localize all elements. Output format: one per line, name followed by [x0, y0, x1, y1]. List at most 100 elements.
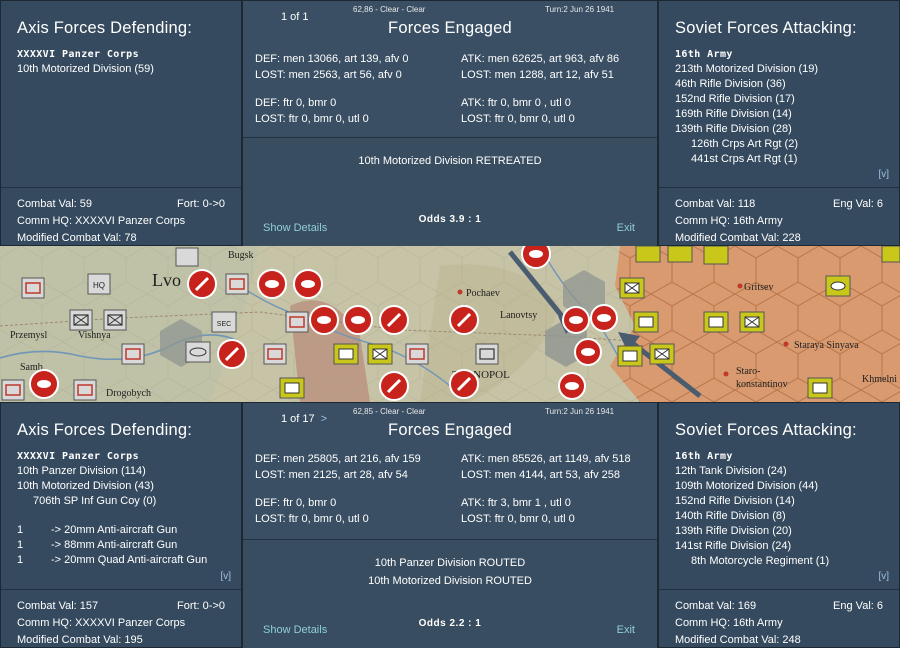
- expand-list-button[interactable]: [v]: [220, 571, 231, 582]
- axis-unit-counter[interactable]: [175, 247, 199, 267]
- result-lines: 10th Motorized Division RETREATED: [243, 152, 657, 170]
- soviet-unit-counter[interactable]: [343, 305, 373, 335]
- soviet-unit-counter[interactable]: [333, 343, 359, 365]
- defender-air: DEF: ftr 0, bmr 0: [255, 97, 337, 109]
- soviet-unit-counter[interactable]: [590, 304, 618, 332]
- defender-ground-losses: DEF: men 13066, art 139, afv 0 LOST: men…: [255, 51, 408, 83]
- axis-unit-counter[interactable]: [103, 309, 127, 331]
- soviet-unit-counter[interactable]: [187, 269, 217, 299]
- axis-unit-counter[interactable]: [69, 309, 93, 331]
- axis-unit-counter[interactable]: [73, 379, 97, 401]
- list-item[interactable]: 141st Rifle Division (24): [675, 539, 891, 554]
- list-item[interactable]: 213th Motorized Division (19): [675, 62, 891, 77]
- axis-unit-counter[interactable]: [185, 341, 211, 363]
- attacker-ground: ATK: men 85526, art 1149, afv 518: [461, 453, 631, 465]
- soviet-unit-counter[interactable]: [619, 277, 645, 299]
- axis-unit-counter[interactable]: [285, 311, 309, 333]
- axis-unit-counter[interactable]: [225, 273, 249, 295]
- soviet-unit-counter[interactable]: [574, 338, 602, 366]
- list-item[interactable]: 46th Rifle Division (36): [675, 77, 891, 92]
- soviet-unit-counter[interactable]: [257, 269, 287, 299]
- unit-list: 16th Army 12th Tank Division (24) 109th …: [675, 449, 891, 569]
- soviet-unit-counter[interactable]: [807, 377, 833, 399]
- equipment-count: 1: [17, 539, 24, 551]
- soviet-unit-counter[interactable]: [367, 343, 393, 365]
- list-item[interactable]: 139th Rifle Division (20): [675, 524, 891, 539]
- axis-unit-counter[interactable]: [121, 343, 145, 365]
- soviet-unit-counter[interactable]: [825, 275, 851, 297]
- equipment-row: 1 -> 88mm Anti-aircraft Gun: [17, 538, 233, 553]
- expand-list-button[interactable]: [v]: [878, 571, 889, 582]
- list-item[interactable]: 12th Tank Division (24): [675, 464, 891, 479]
- exit-link[interactable]: Exit: [617, 222, 635, 234]
- defender-air-losses: DEF: ftr 0, bmr 0 LOST: ftr 0, bmr 0, ut…: [255, 95, 369, 127]
- list-item[interactable]: 152nd Rifle Division (17): [675, 92, 891, 107]
- list-item[interactable]: 441st Crps Art Rgt (1): [675, 152, 891, 167]
- modified-combat-value: Modified Combat Val: 228: [675, 232, 801, 244]
- soviet-unit-counter[interactable]: [558, 372, 586, 400]
- list-item[interactable]: 10th Motorized Division (59): [17, 62, 233, 77]
- hq-name: 16th Army: [675, 49, 733, 60]
- panel-title: Forces Engaged: [388, 19, 512, 37]
- soviet-unit-counter[interactable]: [667, 246, 693, 263]
- defender-air-lost: LOST: ftr 0, bmr 0, utl 0: [255, 113, 369, 125]
- map-canvas[interactable]: Lvo Bugsk Przemysl Vishnya Pochaev Lanov…: [0, 246, 900, 402]
- exit-link[interactable]: Exit: [617, 624, 635, 636]
- soviet-unit-counter[interactable]: [449, 369, 479, 399]
- list-item[interactable]: 109th Motorized Division (44): [675, 479, 891, 494]
- forces-engaged-panel: 1 of 1 62,86 - Clear - Clear Turn:2 Jun …: [242, 0, 658, 247]
- soviet-unit-counter[interactable]: [635, 246, 661, 263]
- equipment-row: 1 -> 20mm Anti-aircraft Gun: [17, 523, 233, 538]
- soviet-unit-counter[interactable]: [449, 305, 479, 335]
- soviet-unit-counter[interactable]: [217, 339, 247, 369]
- soviet-unit-counter[interactable]: [649, 343, 675, 365]
- list-item[interactable]: 706th SP Inf Gun Coy (0): [17, 494, 233, 509]
- list-item[interactable]: 140th Rifle Division (8): [675, 509, 891, 524]
- soviet-unit-counter[interactable]: [617, 345, 643, 367]
- combat-stats: Combat Val: 118 Eng Val: 6 Comm HQ: 16th …: [659, 187, 899, 247]
- map-label: Pochaev: [466, 288, 500, 299]
- soviet-unit-counter[interactable]: [293, 269, 323, 299]
- soviet-unit-counter[interactable]: [379, 371, 409, 401]
- axis-unit-counter[interactable]: [1, 379, 25, 401]
- turn-date: Turn:2 Jun 26 1941: [545, 407, 615, 416]
- list-item[interactable]: 10th Panzer Division (114): [17, 464, 233, 479]
- attacker-air-losses: ATK: ftr 3, bmr 1 , utl 0 LOST: ftr 0, b…: [461, 495, 575, 527]
- axis-hq-counter[interactable]: HQ: [87, 273, 111, 295]
- soviet-unit-counter[interactable]: [379, 305, 409, 335]
- list-item[interactable]: 139th Rifle Division (28): [675, 122, 891, 137]
- soviet-unit-counter[interactable]: [703, 311, 729, 333]
- axis-unit-counter[interactable]: [405, 343, 429, 365]
- list-item[interactable]: 126th Crps Art Rgt (2): [675, 137, 891, 152]
- soviet-unit-counter[interactable]: [521, 246, 551, 269]
- list-item[interactable]: 152nd Rifle Division (14): [675, 494, 891, 509]
- soviet-unit-counter[interactable]: [881, 246, 900, 263]
- list-item[interactable]: 10th Motorized Division (43): [17, 479, 233, 494]
- soviet-unit-counter[interactable]: [29, 369, 59, 399]
- equipment-count: 1: [17, 524, 24, 536]
- soviet-unit-counter[interactable]: [739, 311, 765, 333]
- map-label: konstantinov: [736, 379, 788, 390]
- soviet-unit-counter[interactable]: [279, 377, 305, 399]
- combat-value: Combat Val: 157: [17, 600, 99, 612]
- axis-unit-counter[interactable]: [21, 277, 45, 299]
- axis-unit-counter[interactable]: [475, 343, 499, 365]
- soviet-unit-counter[interactable]: [562, 306, 590, 334]
- attacker-ground-lost: LOST: men 4144, art 53, afv 258: [461, 469, 620, 481]
- defender-ground-losses: DEF: men 25805, art 216, afv 159 LOST: m…: [255, 451, 421, 483]
- panel-title: Axis Forces Defending:: [17, 19, 192, 37]
- expand-list-button[interactable]: [v]: [878, 169, 889, 180]
- fort-value: Fort: 0->0: [177, 198, 225, 210]
- forces-engaged-panel: 1 of 17 > 62,85 - Clear - Clear Turn:2 Ju…: [242, 402, 658, 648]
- combat-value: Combat Val: 118: [675, 198, 756, 210]
- list-item[interactable]: 169th Rifle Division (14): [675, 107, 891, 122]
- soviet-unit-counter[interactable]: [633, 311, 659, 333]
- hq-name: XXXXVI Panzer Corps: [17, 451, 139, 462]
- axis-sec-counter[interactable]: SEC: [211, 311, 237, 333]
- soviet-unit-counter[interactable]: [309, 305, 339, 335]
- axis-unit-counter[interactable]: [263, 343, 287, 365]
- map-view[interactable]: Lvo Bugsk Przemysl Vishnya Pochaev Lanov…: [0, 246, 900, 402]
- result-line: 10th Motorized Division ROUTED: [368, 575, 532, 587]
- list-item[interactable]: 8th Motorcycle Regiment (1): [675, 554, 891, 569]
- soviet-unit-counter[interactable]: [703, 246, 729, 265]
